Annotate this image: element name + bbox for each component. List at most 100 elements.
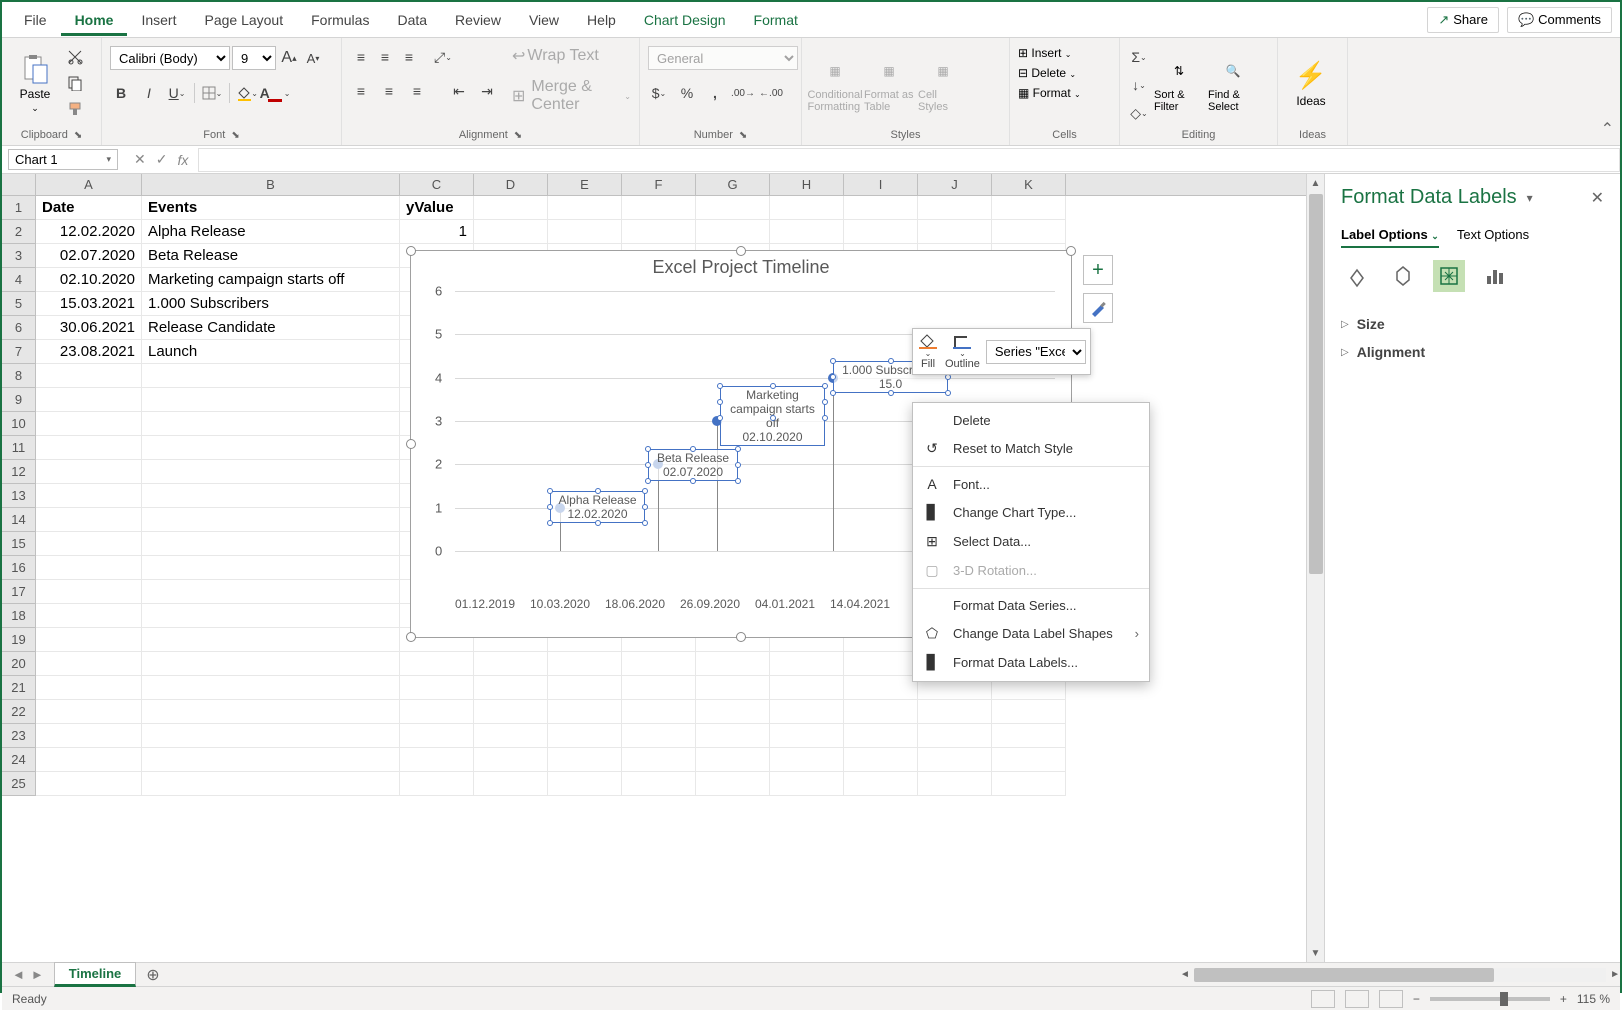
cancel-formula-button[interactable]: ✕ [134, 151, 146, 168]
row-header-25[interactable]: 25 [2, 772, 36, 796]
cell-A15[interactable] [36, 532, 142, 556]
increase-font-button[interactable]: A▴ [278, 47, 300, 69]
row-header-17[interactable]: 17 [2, 580, 36, 604]
row-header-10[interactable]: 10 [2, 412, 36, 436]
cell-A10[interactable] [36, 412, 142, 436]
chart-handle-sw[interactable] [406, 632, 416, 642]
cell-A2[interactable]: 12.02.2020 [36, 220, 142, 244]
cell-G22[interactable] [696, 700, 770, 724]
cell-D2[interactable] [474, 220, 548, 244]
cell-E20[interactable] [548, 652, 622, 676]
number-launcher[interactable]: ⬊ [739, 130, 747, 141]
cell-K1[interactable] [992, 196, 1066, 220]
col-header-B[interactable]: B [142, 174, 400, 195]
cell-G24[interactable] [696, 748, 770, 772]
align-bottom-button[interactable]: ≡ [398, 46, 420, 68]
cell-E22[interactable] [548, 700, 622, 724]
cell-J2[interactable] [918, 220, 992, 244]
cell-H20[interactable] [770, 652, 844, 676]
cell-B5[interactable]: 1.000 Subscribers [142, 292, 400, 316]
decrease-font-button[interactable]: A▾ [302, 47, 324, 69]
collapse-ribbon-button[interactable]: ⌃ [1601, 119, 1614, 139]
cell-D23[interactable] [474, 724, 548, 748]
cell-I24[interactable] [844, 748, 918, 772]
row-header-24[interactable]: 24 [2, 748, 36, 772]
col-header-I[interactable]: I [844, 174, 918, 195]
cell-D20[interactable] [474, 652, 548, 676]
cell-A9[interactable] [36, 388, 142, 412]
row-header-16[interactable]: 16 [2, 556, 36, 580]
cell-A20[interactable] [36, 652, 142, 676]
sheet-tab-timeline[interactable]: Timeline [54, 962, 137, 987]
cell-J25[interactable] [918, 772, 992, 796]
increase-indent-button[interactable]: ⇥ [476, 80, 498, 102]
cell-A17[interactable] [36, 580, 142, 604]
row-header-11[interactable]: 11 [2, 436, 36, 460]
col-header-G[interactable]: G [696, 174, 770, 195]
col-header-H[interactable]: H [770, 174, 844, 195]
row-header-12[interactable]: 12 [2, 460, 36, 484]
formula-input[interactable] [198, 148, 1620, 172]
hscroll-right[interactable]: ► [1610, 969, 1620, 980]
cell-B2[interactable]: Alpha Release [142, 220, 400, 244]
row-header-14[interactable]: 14 [2, 508, 36, 532]
cell-I25[interactable] [844, 772, 918, 796]
horizontal-scrollbar[interactable] [1194, 968, 1606, 982]
cell-F21[interactable] [622, 676, 696, 700]
name-box[interactable]: Chart 1▾ [8, 149, 118, 170]
wrap-text-button[interactable]: ↩ Wrap Text [512, 46, 631, 66]
row-header-8[interactable]: 8 [2, 364, 36, 388]
fill-button[interactable]: ↓⌄ [1128, 74, 1150, 96]
cell-A23[interactable] [36, 724, 142, 748]
cell-B19[interactable] [142, 628, 400, 652]
cell-G1[interactable] [696, 196, 770, 220]
menu-item-format-data-series-[interactable]: Format Data Series... [913, 592, 1149, 619]
percent-button[interactable]: % [676, 82, 698, 104]
col-header-E[interactable]: E [548, 174, 622, 195]
share-button[interactable]: ↗Share [1427, 7, 1499, 33]
row-header-15[interactable]: 15 [2, 532, 36, 556]
row-header-3[interactable]: 3 [2, 244, 36, 268]
cell-A6[interactable]: 30.06.2021 [36, 316, 142, 340]
pane-icon-size[interactable] [1433, 260, 1465, 292]
col-header-K[interactable]: K [992, 174, 1066, 195]
format-cells-button[interactable]: ▦ Format ⌄ [1018, 86, 1081, 100]
chart-handle-w[interactable] [406, 439, 416, 449]
row-header-22[interactable]: 22 [2, 700, 36, 724]
chart-handle-s[interactable] [736, 632, 746, 642]
cell-B15[interactable] [142, 532, 400, 556]
menu-item-select-data-[interactable]: ⊞Select Data... [913, 527, 1149, 556]
view-layout-button[interactable] [1345, 990, 1369, 1008]
align-middle-button[interactable]: ≡ [374, 46, 396, 68]
cell-D25[interactable] [474, 772, 548, 796]
comma-button[interactable]: , [704, 82, 726, 104]
chart-handle-ne[interactable] [1066, 246, 1076, 256]
cell-F20[interactable] [622, 652, 696, 676]
view-break-button[interactable] [1379, 990, 1403, 1008]
tab-view[interactable]: View [515, 4, 573, 36]
row-header-13[interactable]: 13 [2, 484, 36, 508]
font-color-button[interactable]: A⌄ [264, 82, 286, 104]
cell-F22[interactable] [622, 700, 696, 724]
border-button[interactable]: ⌄ [201, 82, 223, 104]
pane-close-button[interactable]: ✕ [1591, 188, 1604, 208]
cell-G21[interactable] [696, 676, 770, 700]
cell-H25[interactable] [770, 772, 844, 796]
add-sheet-button[interactable]: ⊕ [136, 965, 169, 985]
mini-fill-button[interactable]: ⌄Fill [917, 333, 939, 370]
cell-A14[interactable] [36, 508, 142, 532]
cell-H22[interactable] [770, 700, 844, 724]
cell-J22[interactable] [918, 700, 992, 724]
cell-D1[interactable] [474, 196, 548, 220]
scroll-down-button[interactable]: ▼ [1307, 944, 1324, 962]
cell-E21[interactable] [548, 676, 622, 700]
menu-item-delete[interactable]: Delete [913, 407, 1149, 434]
cell-C2[interactable]: 1 [400, 220, 474, 244]
col-header-F[interactable]: F [622, 174, 696, 195]
decrease-decimal-button[interactable]: ←.00 [760, 82, 782, 104]
cell-C21[interactable] [400, 676, 474, 700]
tab-insert[interactable]: Insert [127, 4, 190, 36]
cell-B10[interactable] [142, 412, 400, 436]
bold-button[interactable]: B [110, 82, 132, 104]
cell-A21[interactable] [36, 676, 142, 700]
